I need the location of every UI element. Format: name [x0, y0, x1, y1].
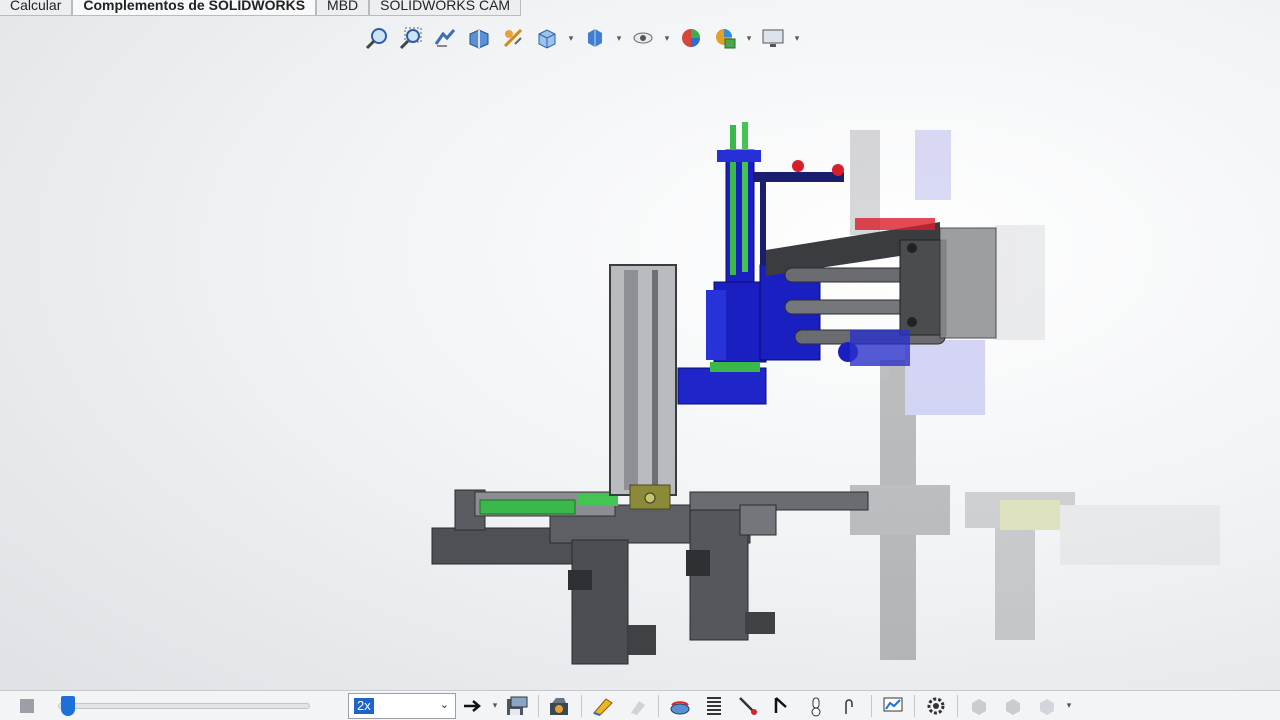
command-manager-tabs: Calcular Complementos de SOLIDWORKS MBD … [0, 0, 600, 16]
edit-appearance-icon[interactable] [676, 23, 706, 53]
view-orientation-dropdown-icon[interactable]: ▾ [566, 33, 576, 44]
previous-view-icon[interactable] [430, 23, 460, 53]
hide-show-items-icon[interactable] [628, 23, 658, 53]
timeline-slider[interactable] [58, 695, 310, 716]
view-settings-icon[interactable] [758, 23, 788, 53]
motion-study-settings-icon[interactable] [876, 692, 910, 720]
apply-scene-icon[interactable] [710, 23, 740, 53]
timeline-slider-handle[interactable] [61, 695, 75, 716]
vertical-column [609, 264, 677, 510]
chevron-down-icon: ⌄ [439, 698, 449, 711]
dynamic-annotation-icon[interactable] [498, 23, 528, 53]
play-forward-icon[interactable] [456, 692, 490, 720]
zoom-to-area-icon[interactable] [396, 23, 426, 53]
mate-icon[interactable] [799, 692, 833, 720]
spring-icon[interactable] [697, 692, 731, 720]
calc-icon-3[interactable] [1030, 692, 1064, 720]
tab-complementos[interactable]: Complementos de SOLIDWORKS [72, 0, 317, 16]
autokey-icon[interactable] [586, 692, 620, 720]
tab-mbd[interactable]: MBD [316, 0, 370, 16]
heads-up-view-toolbar: ▾ ▾ ▾ ▾ ▾ [362, 22, 802, 54]
view-orientation-icon[interactable] [532, 23, 562, 53]
save-animation-icon[interactable] [500, 692, 534, 720]
apply-scene-dropdown-icon[interactable]: ▾ [744, 33, 754, 44]
add-key-icon[interactable] [620, 692, 654, 720]
zoom-to-fit-icon[interactable] [362, 23, 392, 53]
section-view-icon[interactable] [464, 23, 494, 53]
gear-icon[interactable] [919, 692, 953, 720]
animation-wizard-icon[interactable] [543, 692, 577, 720]
display-style-dropdown-icon[interactable]: ▾ [614, 33, 624, 44]
view-settings-dropdown-icon[interactable]: ▾ [792, 33, 802, 44]
playback-speed-select[interactable]: 2x ⌄ [348, 692, 456, 719]
contact-icon[interactable] [731, 692, 765, 720]
motion-study-toolbar: 2x ⌄ ▾ ▾ [0, 690, 1280, 720]
horizontal-cylinder [474, 491, 618, 517]
display-style-icon[interactable] [580, 23, 610, 53]
calc-dropdown-icon[interactable]: ▾ [1064, 700, 1074, 711]
graphics-area[interactable] [0, 56, 1280, 690]
calc-icon-2[interactable] [996, 692, 1030, 720]
tab-calcular[interactable]: Calcular [0, 0, 73, 16]
gravity-icon[interactable] [765, 692, 799, 720]
motor-icon[interactable] [663, 692, 697, 720]
tab-solidworks-cam[interactable]: SOLIDWORKS CAM [369, 0, 522, 16]
playback-speed-value: 2x [354, 697, 374, 714]
ghost-assembly [850, 130, 1220, 660]
results-plot-icon[interactable] [833, 692, 867, 720]
calc-icon-1[interactable] [962, 692, 996, 720]
hide-show-dropdown-icon[interactable]: ▾ [662, 33, 672, 44]
play-mode-dropdown-icon[interactable]: ▾ [490, 700, 500, 711]
stop-icon[interactable] [20, 698, 34, 713]
